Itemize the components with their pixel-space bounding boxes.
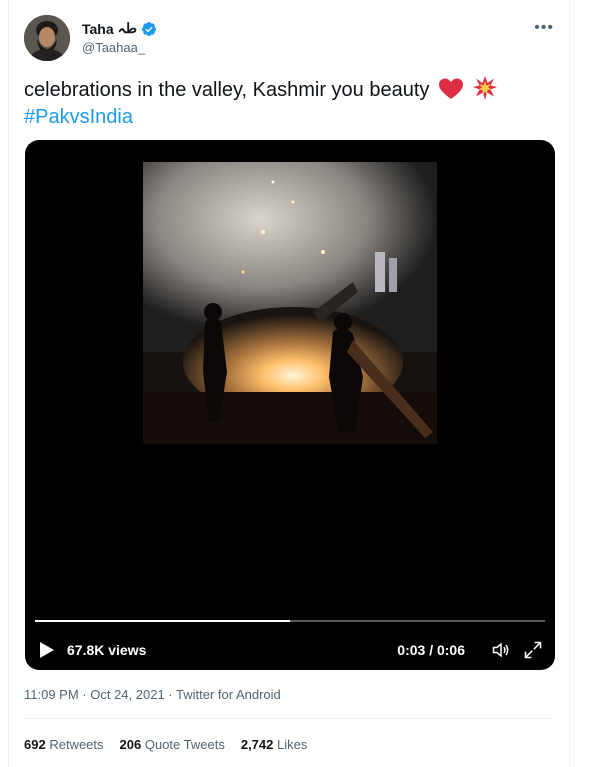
avatar[interactable] (24, 15, 70, 61)
hashtag-link[interactable]: #PakvsIndia (24, 106, 133, 128)
play-icon[interactable] (39, 641, 55, 659)
retweets-label: Retweets (49, 737, 104, 752)
likes-stat[interactable]: 2,742 Likes (241, 737, 308, 752)
tweet-body: celebrations in the valley, Kashmir you … (24, 79, 430, 101)
name-row: Taha طہ (82, 20, 157, 37)
retweets-count: 692 (24, 737, 46, 752)
fullscreen-icon[interactable] (523, 640, 543, 660)
display-name-suffix: طہ (117, 20, 137, 36)
collision-emoji-icon (472, 76, 497, 100)
likes-count: 2,742 (240, 737, 274, 752)
tweet-text: celebrations in the valley, Kashmir you … (24, 76, 554, 131)
tweet-timestamp[interactable]: 11:09 PM · Oct 24, 2021 · Twitter for An… (24, 687, 281, 702)
more-options-icon[interactable]: ••• (534, 19, 554, 37)
quote-tweets-label: Quote Tweets (144, 737, 225, 752)
video-progress-fill (35, 620, 290, 622)
tweet-stats: 692 Retweets 206 Quote Tweets 2,742 Like… (24, 737, 307, 752)
verified-badge-icon (141, 21, 156, 36)
quote-tweets-count: 206 (119, 737, 142, 752)
video-controls: 67.8K views 0:03 / 0:06 (39, 636, 543, 664)
display-name[interactable]: Taha (82, 21, 114, 37)
video-progress-bar[interactable] (35, 620, 545, 622)
tweet-header: Taha طہ @Taahaa_ ••• (24, 15, 554, 65)
volume-icon[interactable] (491, 640, 511, 660)
video-time: 0:03 / 0:06 (397, 642, 465, 658)
red-heart-emoji-icon (438, 78, 463, 99)
quote-tweets-stat[interactable]: 206 Quote Tweets (120, 737, 225, 752)
view-count: 67.8K views (67, 642, 147, 658)
likes-label: Likes (277, 737, 308, 752)
retweets-stat[interactable]: 692 Retweets (24, 737, 104, 752)
video-frame (143, 162, 437, 444)
user-handle[interactable]: @Taahaa_ (82, 40, 145, 55)
divider (24, 718, 554, 719)
video-player[interactable]: 67.8K views 0:03 / 0:06 (25, 140, 555, 670)
